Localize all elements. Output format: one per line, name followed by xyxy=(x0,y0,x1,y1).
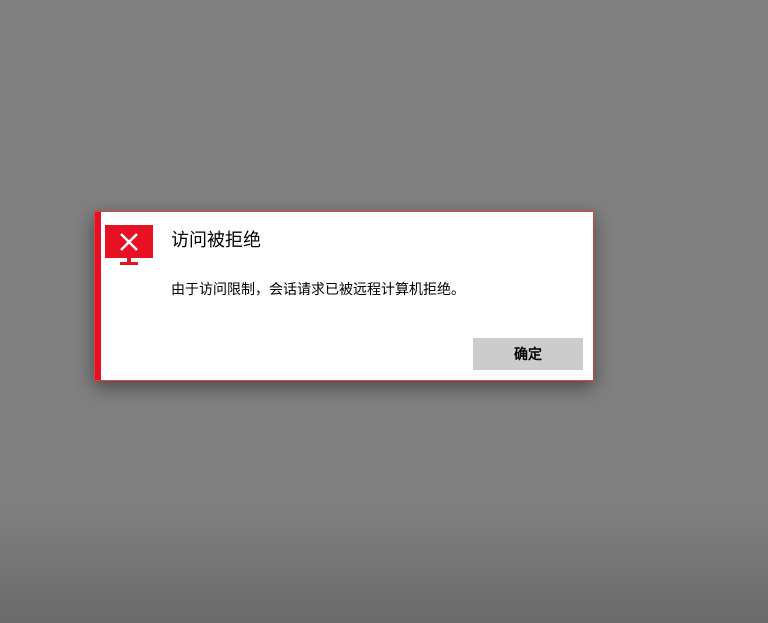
dialog-title: 访问被拒绝 xyxy=(171,230,261,251)
dialog-accent-bar xyxy=(95,212,101,380)
dialog-message: 由于访问限制，会话请求已被远程计算机拒绝。 xyxy=(171,282,465,298)
ok-button[interactable]: 确定 xyxy=(473,338,583,370)
access-denied-dialog: 访问被拒绝 由于访问限制，会话请求已被远程计算机拒绝。 确定 xyxy=(94,211,594,381)
desktop-background: 访问被拒绝 由于访问限制，会话请求已被远程计算机拒绝。 确定 xyxy=(0,0,768,623)
error-monitor-icon xyxy=(105,225,153,267)
